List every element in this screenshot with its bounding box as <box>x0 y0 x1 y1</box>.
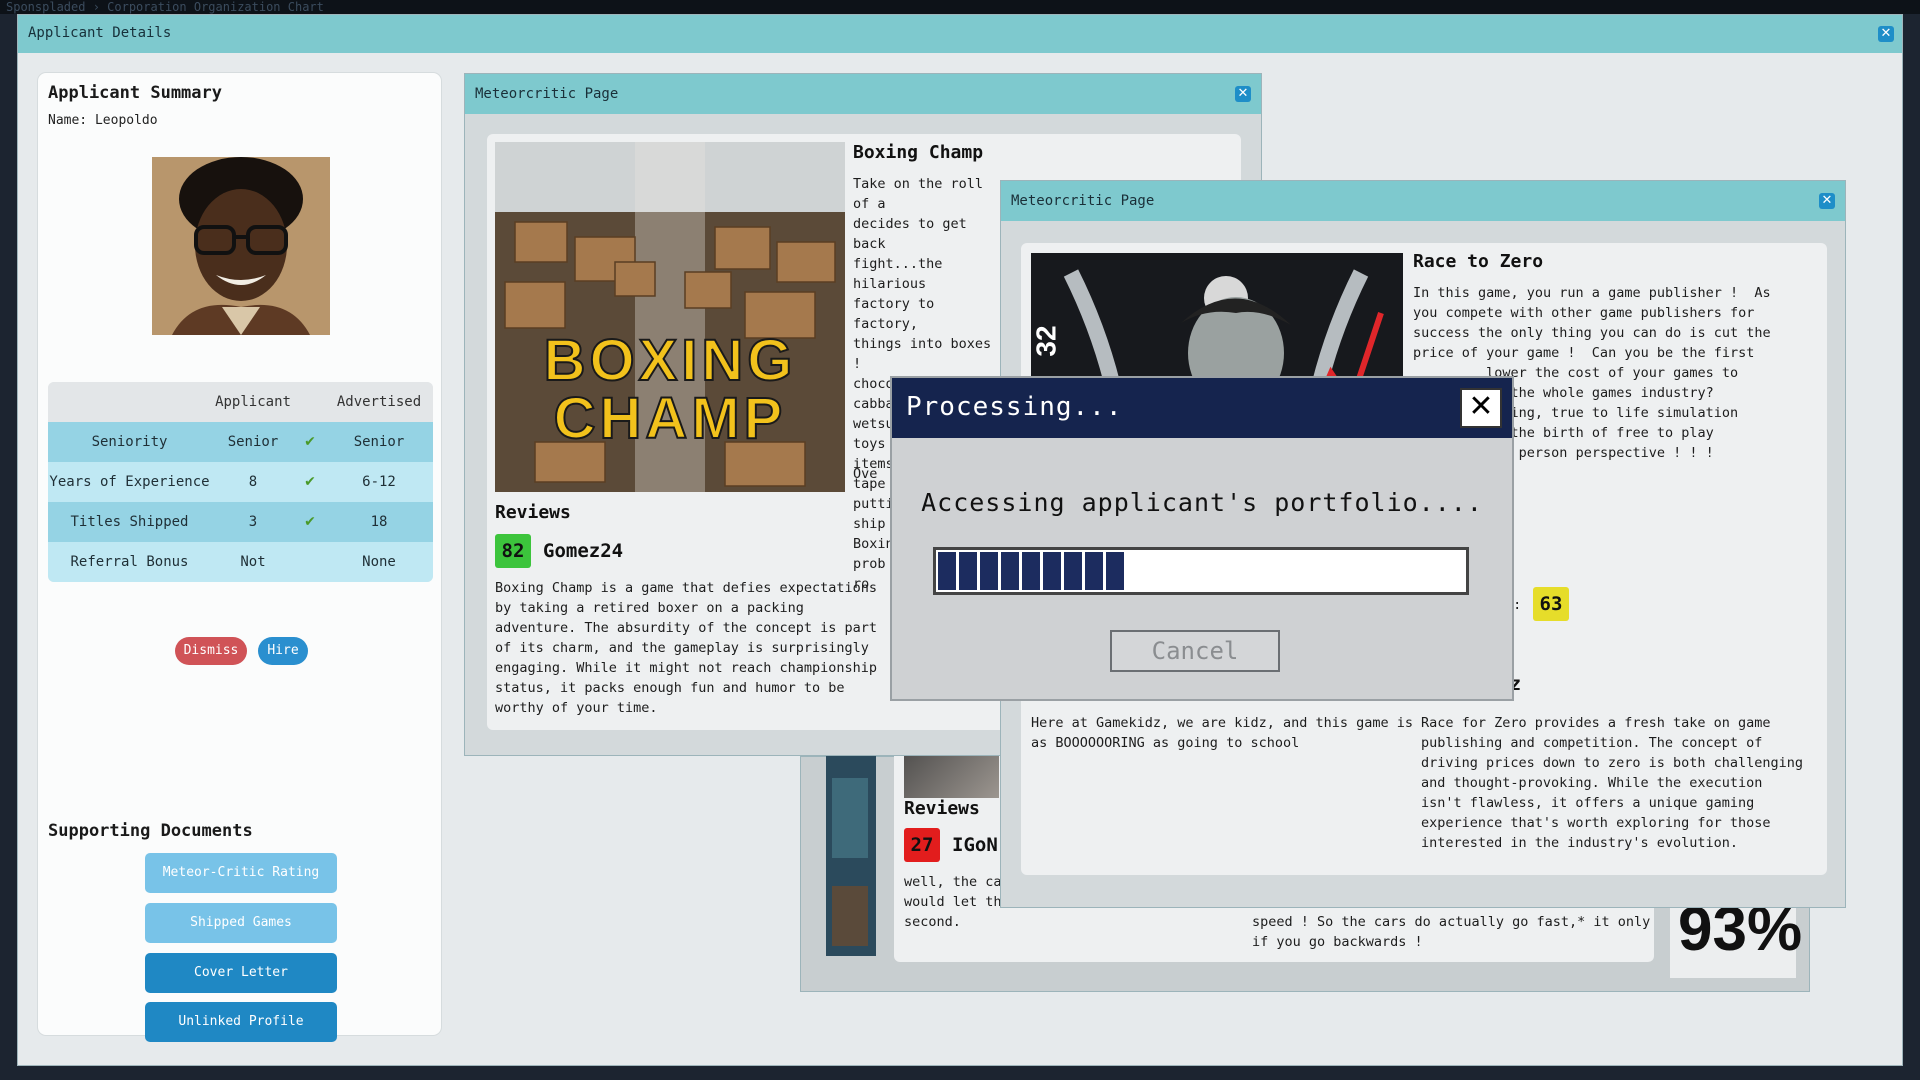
check-icon: ✔ <box>304 474 316 490</box>
row-advertised-value: Senior <box>353 434 405 450</box>
reviewer-name: IGoN <box>952 834 998 856</box>
progress-segment <box>1043 552 1061 590</box>
dialog-title-bar: Processing... ✕ <box>892 378 1512 438</box>
progress-bar <box>933 547 1469 595</box>
header-applicant: Applicant <box>215 394 291 410</box>
row-applicant-value: Not Referred <box>240 554 266 570</box>
applicant-comparison-table: Applicant Advertised Seniority Senior ✔ … <box>48 382 433 582</box>
header-cell <box>295 382 325 422</box>
applicant-summary-title: Applicant Summary <box>48 83 222 103</box>
meteor-critic-rating-button[interactable]: Meteor-Critic Rating <box>145 853 337 893</box>
applicant-photo <box>152 157 330 335</box>
background-breadcrumb: Sponspladed › Corporation Organization C… <box>0 0 1920 14</box>
row-advertised-value: None <box>362 554 396 570</box>
cover-letter-button[interactable]: Cover Letter <box>145 953 337 993</box>
review-score-badge: 27 <box>904 828 940 862</box>
progress-segment <box>959 552 977 590</box>
supporting-documents-title: Supporting Documents <box>48 821 253 841</box>
review-score-badge: 82 <box>495 534 531 568</box>
table-row: Seniority Senior ✔ Senior <box>48 422 433 462</box>
row-label: Years of Experience <box>49 474 210 490</box>
shipped-games-button[interactable]: Shipped Games <box>145 903 337 943</box>
review-text: Boxing Champ is a game that defies expec… <box>495 580 878 716</box>
review-text: Here at Gamekidz, we are kidz, and this … <box>1031 715 1414 751</box>
processing-message: Accessing applicant's portfolio.... <box>921 488 1483 517</box>
game-title: Race to Zero <box>1413 251 1544 272</box>
table-header: Applicant Advertised <box>48 382 433 422</box>
cover-title-text: BOXING CHAMP <box>543 328 797 451</box>
table-row: Titles Shipped 3 ✔ 18 <box>48 502 433 542</box>
overall-label: Ove <box>853 466 878 482</box>
reviews-heading: Reviews <box>495 502 571 523</box>
row-applicant-value: 3 <box>248 514 258 530</box>
check-icon: ✔ <box>304 434 316 450</box>
progress-segment <box>938 552 956 590</box>
window-title: Applicant Details <box>28 25 172 41</box>
processing-dialog: Processing... ✕ Accessing applicant's po… <box>890 376 1514 701</box>
reviews-heading: Reviews <box>904 798 980 819</box>
cancel-button[interactable]: Cancel <box>1110 630 1280 672</box>
progress-bar-fill <box>938 552 1124 590</box>
window-title-bar: Applicant Details ✕ <box>18 15 1902 53</box>
window-title-bar: Meteorcritic Page ✕ <box>1001 181 1845 221</box>
progress-segment <box>980 552 998 590</box>
game-cover-image: BOXING CHAMP <box>495 142 845 492</box>
game-cover-thumbnails <box>826 756 876 956</box>
header-cell <box>48 382 211 422</box>
dialog-title: Processing... <box>906 392 1123 422</box>
progress-segment <box>1106 552 1124 590</box>
applicant-summary-panel: Applicant Summary Name: Leopoldo Applica… <box>38 73 441 1042</box>
window-title-bar: Meteorcritic Page ✕ <box>465 74 1261 114</box>
table-row: Years of Experience 8 ✔ 6-12 <box>48 462 433 502</box>
row-label: Titles Shipped <box>70 514 189 530</box>
close-icon[interactable]: ✕ <box>1460 388 1502 428</box>
review-text: Race for Zero provides a fresh take on g… <box>1421 715 1804 851</box>
row-label: Seniority <box>91 434 168 450</box>
match-cell <box>295 542 325 582</box>
check-icon: ✔ <box>304 514 316 530</box>
window-title: Meteorcritic Page <box>1011 193 1155 209</box>
applicant-name: Name: Leopoldo <box>48 113 158 128</box>
dismiss-button[interactable]: Dismiss <box>175 637 247 665</box>
unlinked-profile-button[interactable]: Unlinked Profile <box>145 1002 337 1042</box>
row-advertised-value: 18 <box>370 514 388 530</box>
progress-segment <box>1001 552 1019 590</box>
progress-segment <box>1022 552 1040 590</box>
close-icon[interactable]: ✕ <box>1878 26 1894 42</box>
row-advertised-value: 6-12 <box>362 474 396 490</box>
progress-segment <box>1064 552 1082 590</box>
progress-segment <box>1085 552 1103 590</box>
reviewer-name: Gomez24 <box>543 540 624 562</box>
meta-score-badge: 63 <box>1533 587 1569 621</box>
window-title: Meteorcritic Page <box>475 86 619 102</box>
cover-number: 32 <box>1031 325 1062 357</box>
row-applicant-value: Senior <box>227 434 279 450</box>
row-applicant-value: 8 <box>248 474 258 490</box>
close-icon[interactable]: ✕ <box>1819 193 1835 209</box>
row-label: Referral Bonus <box>70 554 189 570</box>
hire-button[interactable]: Hire <box>258 637 308 665</box>
review-text: speed ! So the cars do actually go fast,… <box>1252 914 1651 950</box>
game-title: Boxing Champ <box>853 142 984 163</box>
close-icon[interactable]: ✕ <box>1235 86 1251 102</box>
header-advertised: Advertised <box>336 394 422 410</box>
table-row: Referral Bonus Not Referred None <box>48 542 433 582</box>
